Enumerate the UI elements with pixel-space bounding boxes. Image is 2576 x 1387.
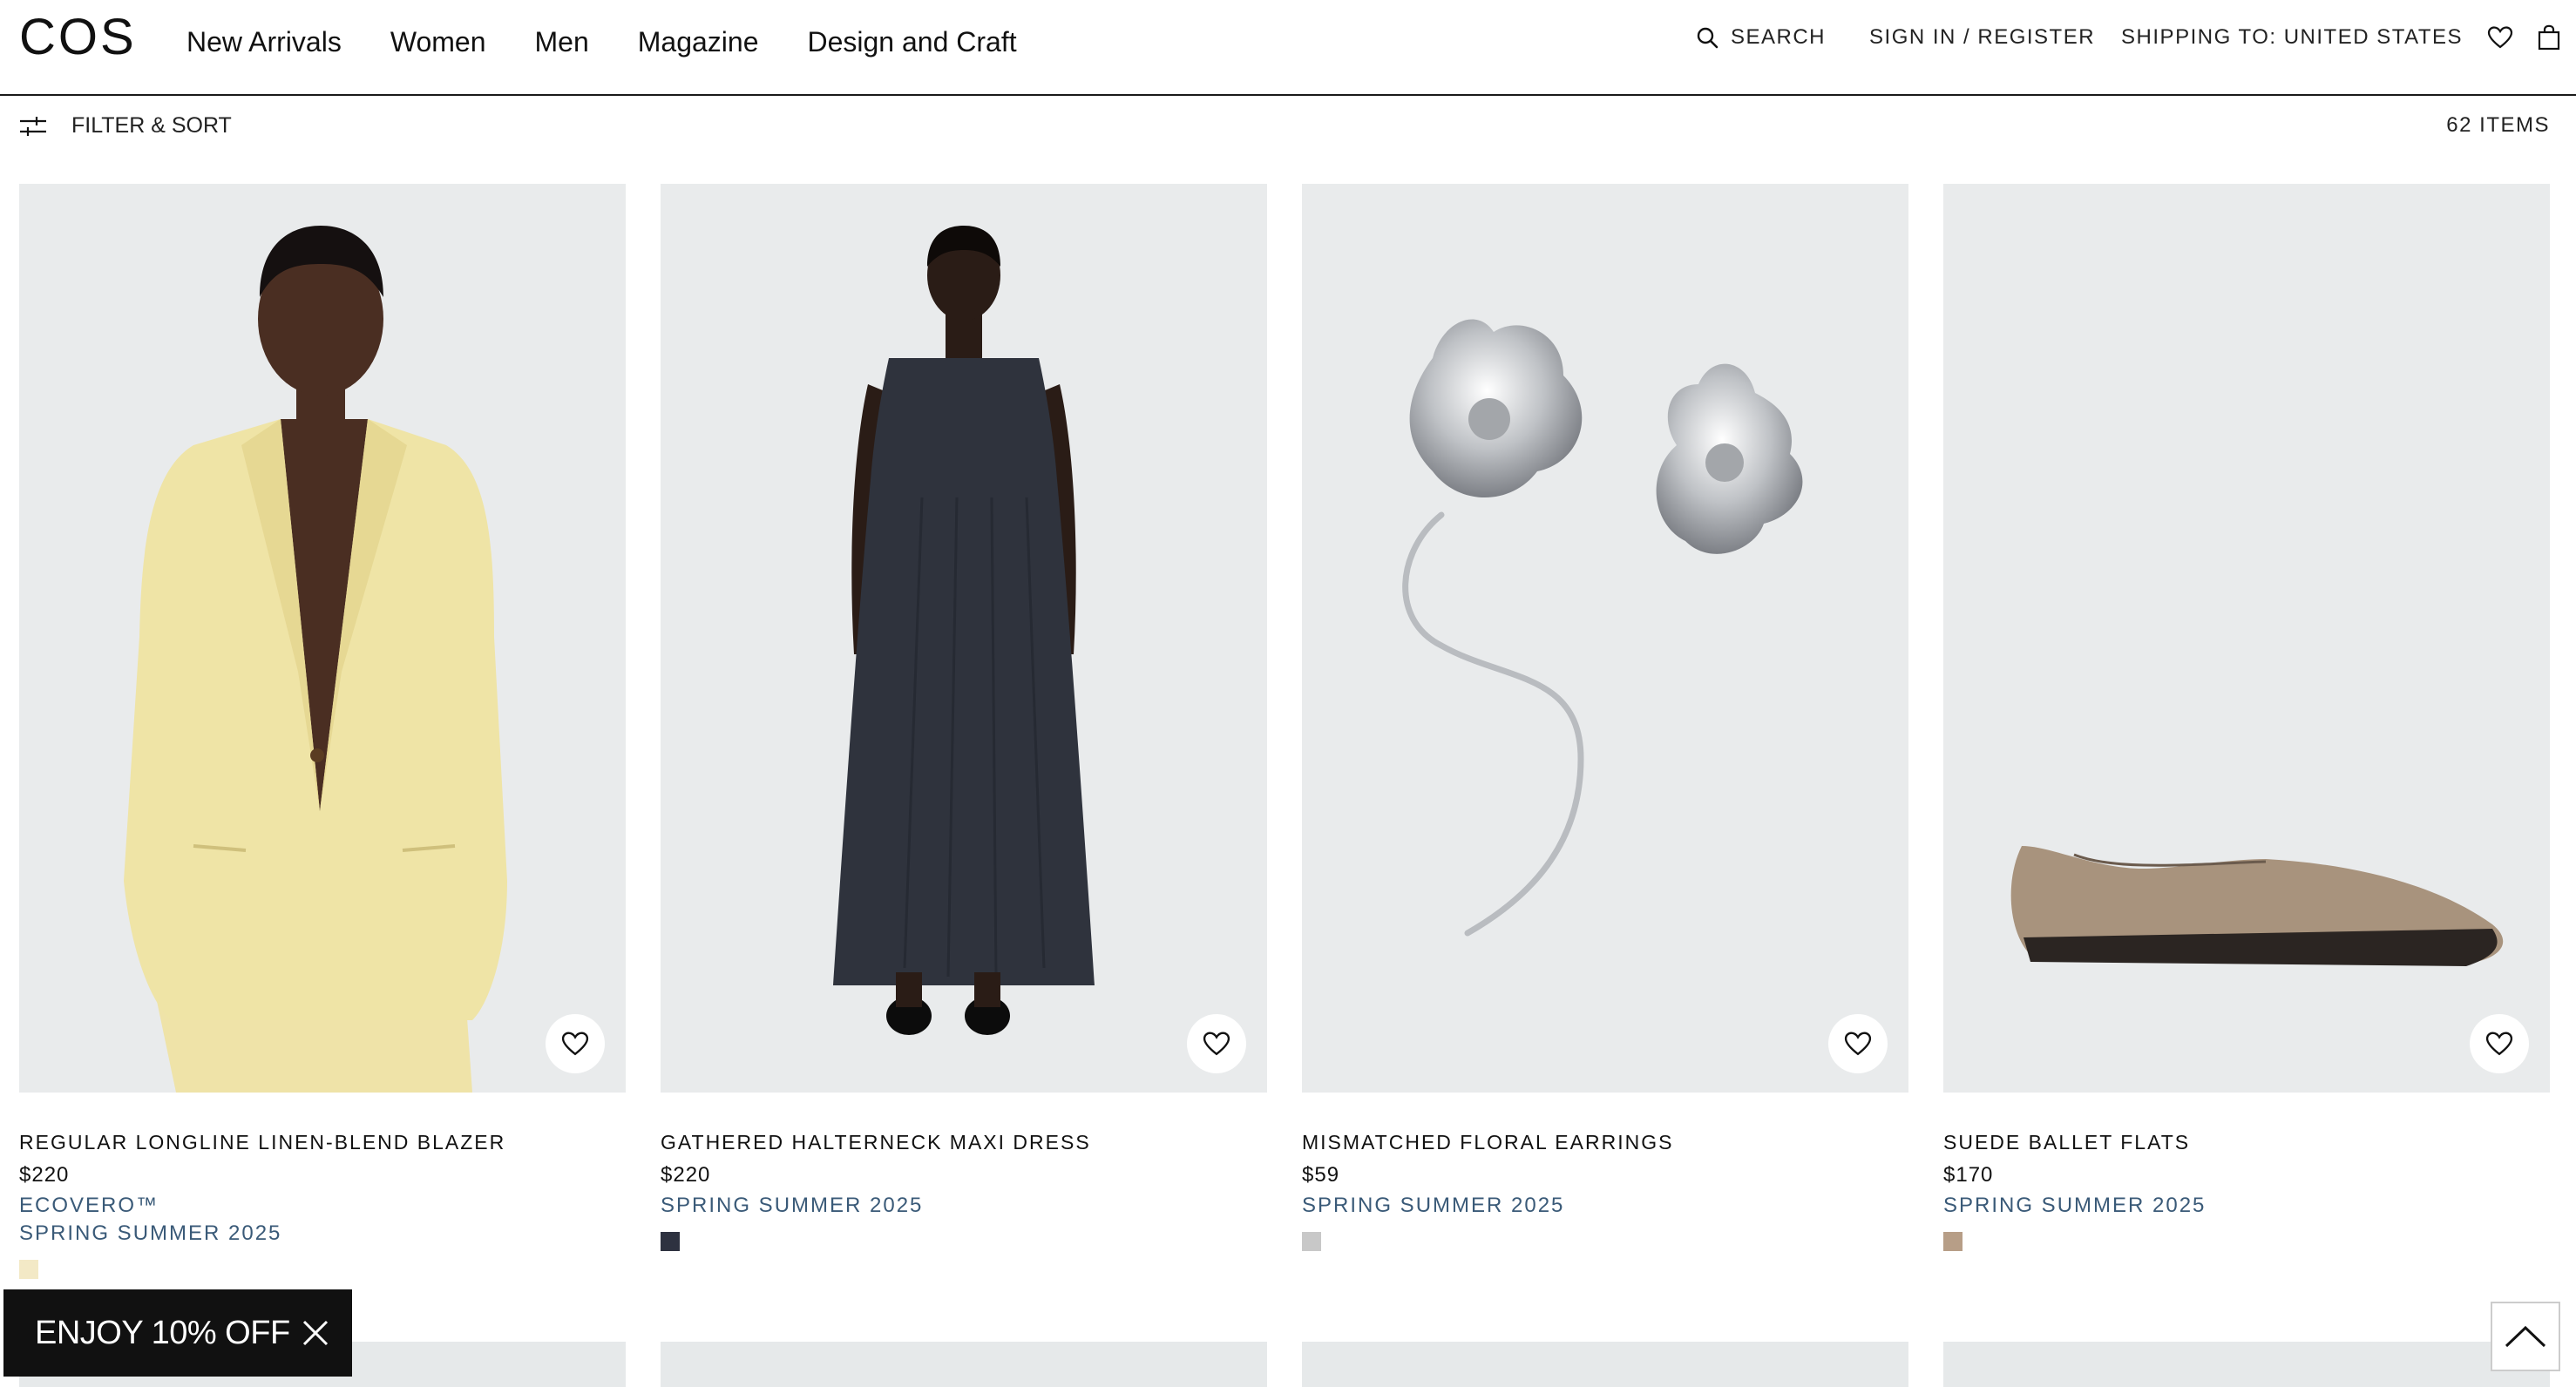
nav-item-magazine[interactable]: Magazine: [638, 24, 759, 59]
product-image[interactable]: [661, 184, 1267, 1093]
product-card: MISMATCHED FLORAL EARRINGS $59 SPRING SU…: [1302, 184, 1908, 1251]
shipping-country-selector[interactable]: SHIPPING TO: UNITED STATES: [2121, 23, 2463, 52]
color-swatch[interactable]: [19, 1260, 38, 1279]
main-nav: New Arrivals Women Men Magazine Design a…: [186, 24, 1017, 59]
search-button[interactable]: SEARCH: [1696, 23, 1826, 52]
heart-icon: [2485, 1032, 2513, 1056]
discount-promo-banner[interactable]: ENJOY 10% OFF: [3, 1289, 352, 1377]
product-image[interactable]: [1302, 184, 1908, 1093]
heart-icon: [2487, 26, 2513, 49]
product-info: GATHERED HALTERNECK MAXI DRESS $220 SPRI…: [661, 1093, 1267, 1251]
site-header: COS New Arrivals Women Men Magazine Desi…: [0, 0, 2576, 96]
suede-ballet-flat: [2010, 846, 2504, 966]
product-image[interactable]: [1943, 184, 2550, 1093]
utility-nav: SEARCH SIGN IN / REGISTER SHIPPING TO: U…: [1696, 23, 2560, 52]
add-to-wishlist-button[interactable]: [1828, 1014, 1888, 1073]
product-image[interactable]: [661, 1342, 1267, 1387]
sliders-icon: [20, 116, 46, 136]
product-tag[interactable]: SPRING SUMMER 2025: [19, 1220, 626, 1248]
wishlist-button[interactable]: [2487, 25, 2513, 50]
product-tag[interactable]: ECOVERO™: [19, 1192, 626, 1220]
product-info: MISMATCHED FLORAL EARRINGS $59 SPRING SU…: [1302, 1093, 1908, 1251]
product-image[interactable]: [1302, 1342, 1908, 1387]
product-name[interactable]: GATHERED HALTERNECK MAXI DRESS: [661, 1129, 1267, 1155]
filter-toolbar: FILTER & SORT 62 ITEMS: [0, 98, 2576, 157]
nav-item-women[interactable]: Women: [390, 24, 486, 59]
product-info: SUEDE BALLET FLATS $170 SPRING SUMMER 20…: [1943, 1093, 2550, 1251]
product-tag[interactable]: SPRING SUMMER 2025: [1302, 1192, 1908, 1220]
promo-label: ENJOY 10% OFF: [35, 1314, 290, 1351]
product-name[interactable]: REGULAR LONGLINE LINEN-BLEND BLAZER: [19, 1129, 626, 1155]
product-card: GATHERED HALTERNECK MAXI DRESS $220 SPRI…: [661, 184, 1267, 1251]
add-to-wishlist-button[interactable]: [546, 1014, 605, 1073]
items-count: 62 ITEMS: [2446, 113, 2550, 137]
add-to-wishlist-button[interactable]: [2470, 1014, 2529, 1073]
chevron-up-icon: [2505, 1325, 2546, 1348]
product-price: $220: [661, 1163, 711, 1187]
product-tag[interactable]: SPRING SUMMER 2025: [661, 1192, 1267, 1220]
silver-floral-earrings: [1402, 319, 1803, 937]
filter-sort-button[interactable]: FILTER & SORT: [19, 113, 232, 139]
product-image[interactable]: [1943, 1342, 2550, 1387]
back-to-top-button[interactable]: [2491, 1302, 2560, 1371]
heart-icon: [1844, 1032, 1872, 1056]
shopping-bag-button[interactable]: [2538, 24, 2560, 51]
nav-item-design-and-craft[interactable]: Design and Craft: [807, 24, 1016, 59]
heart-icon: [1203, 1032, 1230, 1056]
product-name[interactable]: MISMATCHED FLORAL EARRINGS: [1302, 1129, 1908, 1155]
color-swatch[interactable]: [661, 1232, 680, 1251]
filter-sort-label: FILTER & SORT: [71, 113, 232, 138]
search-icon: [1697, 27, 1718, 49]
shopping-bag-icon: [2538, 24, 2560, 51]
nav-item-men[interactable]: Men: [534, 24, 588, 59]
model-in-yellow-blazer: [124, 226, 507, 1093]
sign-in-register-link[interactable]: SIGN IN / REGISTER: [1869, 23, 2095, 52]
product-price: $170: [1943, 1163, 1994, 1187]
add-to-wishlist-button[interactable]: [1187, 1014, 1246, 1073]
product-price: $59: [1302, 1163, 1340, 1187]
product-name[interactable]: SUEDE BALLET FLATS: [1943, 1129, 2550, 1155]
product-tag[interactable]: SPRING SUMMER 2025: [1943, 1192, 2550, 1220]
product-card: SUEDE BALLET FLATS $170 SPRING SUMMER 20…: [1943, 184, 2550, 1251]
color-swatch[interactable]: [1302, 1232, 1321, 1251]
product-price: $220: [19, 1163, 70, 1187]
close-icon[interactable]: [302, 1319, 329, 1347]
model-in-navy-dress: [833, 226, 1095, 1035]
product-card: REGULAR LONGLINE LINEN-BLEND BLAZER $220…: [19, 184, 626, 1279]
brand-logo[interactable]: COS: [19, 12, 137, 63]
product-info: REGULAR LONGLINE LINEN-BLEND BLAZER $220…: [19, 1093, 626, 1279]
nav-item-new-arrivals[interactable]: New Arrivals: [186, 24, 342, 59]
color-swatch[interactable]: [1943, 1232, 1963, 1251]
search-label: SEARCH: [1730, 25, 1827, 49]
heart-icon: [561, 1032, 589, 1056]
product-image[interactable]: [19, 184, 626, 1093]
